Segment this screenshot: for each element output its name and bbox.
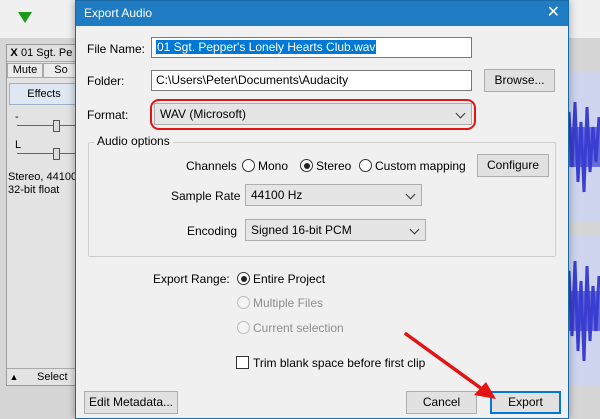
folder-value: C:\Users\Peter\Documents\Audacity	[156, 73, 349, 87]
dialog-title: Export Audio	[84, 6, 153, 20]
gain-slider-thumb[interactable]	[53, 120, 60, 132]
folder-input[interactable]: C:\Users\Peter\Documents\Audacity	[151, 70, 472, 91]
channel-mono-label[interactable]: Mono	[258, 159, 288, 173]
gain-label: -	[15, 111, 19, 123]
gain-slider[interactable]	[17, 120, 75, 132]
track-info-format: Stereo, 44100	[8, 171, 78, 183]
audio-options-legend: Audio options	[94, 134, 173, 148]
format-label: Format:	[87, 108, 129, 122]
channel-stereo-radio[interactable]	[300, 159, 313, 172]
effects-button[interactable]: Effects	[9, 83, 79, 105]
channel-custom-radio[interactable]	[359, 159, 372, 172]
folder-label: Folder:	[87, 74, 125, 88]
select-button[interactable]: Select	[37, 371, 68, 383]
collapse-arrow-icon[interactable]: ▲	[7, 369, 21, 385]
file-name-input[interactable]: 01 Sgt. Pepper's Lonely Hearts Club.wav	[151, 37, 472, 58]
range-entire-radio[interactable]	[237, 272, 250, 285]
waveform-right-graphic	[566, 260, 600, 362]
pan-slider[interactable]	[17, 148, 75, 160]
trim-checkbox[interactable]	[236, 356, 249, 369]
play-triangle-icon[interactable]	[18, 12, 32, 23]
waveform-left	[566, 72, 600, 222]
track-control-panel: X 01 Sgt. Pe Mute So Effects - L Stereo, …	[6, 44, 80, 386]
file-name-value: 01 Sgt. Pepper's Lonely Hearts Club.wav	[156, 40, 377, 54]
sample-rate-value: 44100 Hz	[251, 188, 303, 202]
export-button[interactable]: Export	[490, 391, 561, 414]
sample-rate-label: Sample Rate	[171, 189, 241, 203]
track-info-bitdepth: 32-bit float	[8, 184, 60, 196]
browse-button[interactable]: Browse...	[484, 69, 555, 92]
configure-button[interactable]: Configure	[477, 154, 549, 177]
sample-rate-select[interactable]: 44100 Hz	[245, 184, 422, 206]
track-bottom-bar: ▲ Select	[7, 368, 79, 385]
pan-slider-thumb[interactable]	[53, 148, 60, 160]
range-selection-label[interactable]: Current selection	[253, 321, 344, 335]
range-multiple-radio[interactable]	[237, 296, 250, 309]
encoding-label: Encoding	[187, 224, 238, 238]
solo-button[interactable]: So	[43, 63, 79, 78]
track-close-icon[interactable]: X	[7, 45, 21, 61]
channel-custom-label[interactable]: Custom mapping	[375, 159, 466, 173]
waveform-right	[566, 236, 600, 386]
track-info: Stereo, 44100 32-bit float	[8, 171, 77, 197]
channel-mono-radio[interactable]	[242, 159, 255, 172]
chevron-down-icon	[405, 189, 416, 200]
range-entire-label[interactable]: Entire Project	[253, 272, 325, 286]
range-selection-radio[interactable]	[237, 321, 250, 334]
format-highlight-ring	[150, 99, 476, 130]
channels-label: Channels	[186, 159, 237, 173]
mute-button[interactable]: Mute	[7, 63, 43, 78]
track-title-row: X 01 Sgt. Pe	[7, 45, 79, 62]
encoding-value: Signed 16-bit PCM	[251, 223, 352, 237]
export-audio-dialog: Export Audio ✕ File Name: 01 Sgt. Pepper…	[75, 0, 569, 419]
track-name[interactable]: 01 Sgt. Pe	[21, 47, 72, 59]
dialog-title-bar[interactable]: Export Audio ✕	[76, 1, 568, 26]
cancel-button[interactable]: Cancel	[406, 391, 477, 414]
close-icon[interactable]: ✕	[547, 3, 560, 23]
edit-metadata-button[interactable]: Edit Metadata...	[84, 391, 178, 414]
trim-label[interactable]: Trim blank space before first clip	[253, 356, 425, 370]
pan-label: L	[15, 139, 22, 151]
waveform-left-graphic	[566, 101, 600, 193]
file-name-label: File Name:	[87, 42, 146, 56]
export-range-label: Export Range:	[153, 272, 230, 286]
channel-stereo-label[interactable]: Stereo	[316, 159, 351, 173]
range-multiple-label[interactable]: Multiple Files	[253, 296, 323, 310]
chevron-down-icon	[409, 224, 420, 235]
encoding-select[interactable]: Signed 16-bit PCM	[245, 219, 426, 241]
